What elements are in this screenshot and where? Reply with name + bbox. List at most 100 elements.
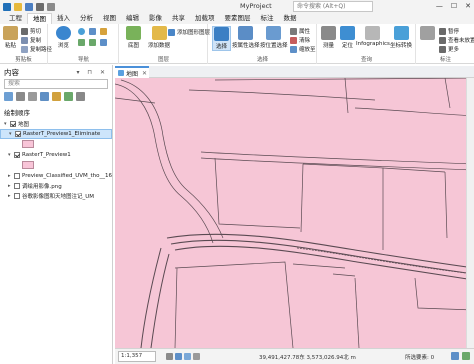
title-bar: MyProject 命令搜索 (Alt+Q) — ☐ ✕: [0, 0, 474, 13]
zoom-to-selection-button[interactable]: 缩放至: [290, 45, 316, 53]
ribbon-tab[interactable]: 插入: [52, 13, 75, 24]
pause-labeling-button[interactable]: 暂停: [439, 27, 459, 35]
visibility-checkbox[interactable]: [10, 121, 16, 127]
copy-button[interactable]: 复制: [21, 36, 41, 44]
layer-row[interactable]: ▸ 调绘用影像.png: [0, 181, 112, 191]
clear-selection-button[interactable]: 清除: [290, 36, 310, 44]
list-by-editing-icon[interactable]: [52, 92, 61, 101]
locate-button[interactable]: 定位: [340, 26, 355, 49]
visibility-checkbox[interactable]: [14, 173, 20, 179]
basemap-button[interactable]: 底图: [126, 26, 141, 49]
zoom-in-icon: [89, 28, 96, 35]
scale-input[interactable]: 1:1,357: [118, 351, 156, 362]
layer-row[interactable]: ▸ 谷歌影像图和天地图注记_UM: [0, 191, 112, 201]
list-by-source-icon[interactable]: [28, 92, 37, 101]
side-panel-edge[interactable]: [466, 78, 474, 348]
list-by-snapping-icon[interactable]: [64, 92, 73, 101]
attributes-label: 属性: [299, 29, 311, 35]
filter-icon[interactable]: [4, 92, 13, 101]
add-graphics-layer-button[interactable]: 添加图形图层: [168, 28, 210, 36]
copy-path-button[interactable]: 复制路径: [21, 45, 52, 53]
back-arrow-icon: [78, 39, 85, 46]
clear-icon: [290, 36, 297, 44]
select-button[interactable]: 选择: [212, 26, 231, 51]
coordinate-conversion-label: 坐标转换: [390, 43, 413, 49]
list-by-selection-icon[interactable]: [40, 92, 49, 101]
symbol-swatch[interactable]: [22, 140, 34, 148]
ribbon-tab[interactable]: 共享: [167, 13, 190, 24]
ribbon-tab[interactable]: 标注: [256, 13, 279, 24]
layer-row[interactable]: ▾ 地图: [0, 119, 112, 129]
visibility-checkbox[interactable]: [14, 152, 20, 158]
parcel-boundary: [292, 263, 346, 269]
map-view[interactable]: [115, 78, 474, 348]
visibility-checkbox[interactable]: [15, 131, 21, 137]
ribbon-tab[interactable]: 要素图层: [220, 13, 256, 24]
close-button[interactable]: ✕: [465, 2, 471, 10]
lock-scale-icon[interactable]: [166, 353, 173, 360]
ribbon: 粘贴 剪切 复制 复制路径 剪贴板 浏览 导航 底图 添加数据 添加图形图层 图…: [0, 24, 474, 64]
save-icon[interactable]: [25, 2, 33, 11]
clipboard-group-label: 剪贴板: [15, 57, 32, 63]
redo-icon[interactable]: [47, 2, 55, 11]
next-extent-button[interactable]: [89, 39, 96, 46]
list-by-labeling-icon[interactable]: [76, 92, 85, 101]
contents-search-input[interactable]: 搜索: [4, 79, 108, 89]
copy-label: 复制: [30, 38, 42, 44]
inquiry-group-label: 查询: [360, 57, 372, 63]
parcel-boundary: [214, 78, 474, 81]
visibility-checkbox[interactable]: [14, 193, 20, 199]
layer-row[interactable]: ▾ RasterT_Preview1: [0, 150, 112, 160]
layer-name: RasterT_Preview1: [22, 152, 71, 158]
map-icon: [118, 70, 124, 76]
pane-controls[interactable]: ▾ ⊓ ✕: [76, 69, 108, 76]
measure-button[interactable]: 测量: [321, 26, 336, 49]
coordinate-conversion-button[interactable]: 坐标转换: [390, 26, 412, 49]
refresh-icon[interactable]: [462, 352, 470, 360]
paste-button[interactable]: 粘贴: [3, 26, 18, 49]
ribbon-tab[interactable]: 加载项: [190, 13, 220, 24]
maximize-button[interactable]: ☐: [451, 2, 457, 10]
command-search-input[interactable]: 命令搜索 (Alt+Q): [293, 1, 373, 12]
previous-extent-button[interactable]: [78, 39, 85, 46]
cut-button[interactable]: 剪切: [21, 27, 41, 35]
zoom-out-button[interactable]: [100, 39, 107, 46]
map-canvas[interactable]: [115, 78, 474, 348]
symbol-swatch[interactable]: [22, 161, 34, 169]
grid-icon[interactable]: [175, 353, 182, 360]
infographics-button[interactable]: Infographics: [356, 26, 390, 47]
parcel-boundary: [302, 163, 384, 250]
attributes-button[interactable]: 属性: [290, 27, 310, 35]
minimize-button[interactable]: —: [436, 2, 443, 10]
bookmark-button[interactable]: [100, 28, 107, 35]
ribbon-tab[interactable]: 影像: [144, 13, 167, 24]
zoom-in-button[interactable]: [89, 28, 96, 35]
ribbon-tab[interactable]: 分析: [75, 13, 98, 24]
zoom-full-button[interactable]: [78, 28, 85, 35]
layer-row[interactable]: ▾ RasterT_Preview1_Eliminate: [0, 129, 112, 139]
add-graphics-layer-label: 添加图形图层: [177, 30, 211, 36]
list-by-drawing-order-icon[interactable]: [16, 92, 25, 101]
ribbon-tab[interactable]: 编辑: [121, 13, 144, 24]
ribbon-tab[interactable]: 工程: [4, 13, 27, 24]
view-unplaced-button[interactable]: 查看未放置: [439, 36, 474, 44]
explore-button[interactable]: 浏览: [56, 26, 71, 49]
rotate-icon[interactable]: [193, 353, 200, 360]
ribbon-tab[interactable]: 地图: [27, 13, 52, 24]
ribbon-tab[interactable]: 视图: [98, 13, 121, 24]
select-by-location-button[interactable]: 按位置选择: [260, 26, 288, 49]
more-labeling-button[interactable]: 更多: [439, 45, 459, 53]
select-by-attributes-button[interactable]: 按属性选择: [232, 26, 260, 49]
close-map-tab-button[interactable]: ✕: [142, 70, 147, 77]
pause-drawing-icon[interactable]: [451, 352, 459, 360]
ribbon-tab[interactable]: 数据: [279, 13, 302, 24]
map-tab[interactable]: 地图 ✕: [115, 66, 149, 78]
measure-label-button[interactable]: [420, 26, 435, 41]
open-icon[interactable]: [14, 2, 22, 11]
layer-row[interactable]: ▸ Preview_Classified_UVM_tho__1653: [0, 171, 112, 181]
fixed-zoom-icon[interactable]: [184, 353, 191, 360]
select-by-location-icon: [266, 26, 282, 40]
add-data-button[interactable]: 添加数据: [148, 26, 170, 49]
visibility-checkbox[interactable]: [14, 183, 20, 189]
undo-icon[interactable]: [36, 2, 44, 11]
